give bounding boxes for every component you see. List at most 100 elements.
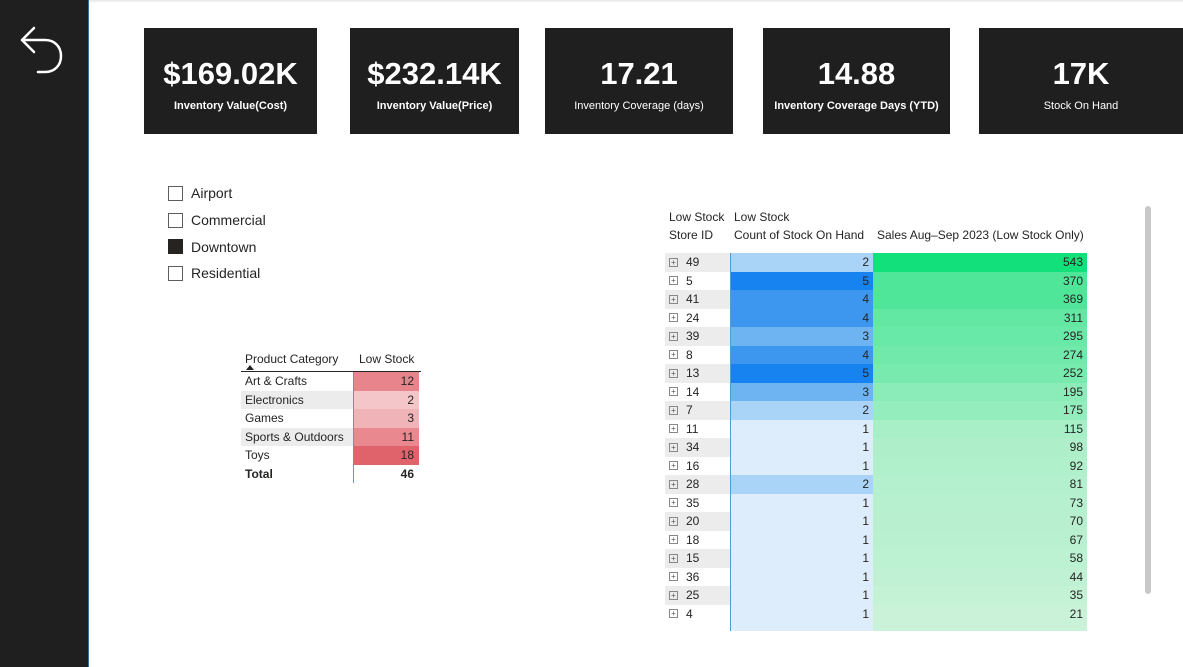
- plus-square-icon[interactable]: +: [669, 516, 678, 526]
- slicer-item-commercial[interactable]: Commercial: [168, 207, 328, 234]
- store-id: 41: [686, 292, 700, 307]
- plus-square-icon[interactable]: +: [669, 405, 678, 415]
- plus-square-icon[interactable]: +: [669, 442, 678, 452]
- category-cell: Toys: [245, 448, 270, 463]
- store-type-slicer: Airport Commercial Downtown Residential: [168, 180, 328, 287]
- count-cell: 1: [730, 419, 873, 438]
- store-id-cell: +7: [665, 401, 730, 420]
- store-id: 24: [686, 310, 700, 325]
- checkbox[interactable]: [168, 265, 183, 281]
- table-row: +41 4 369: [665, 290, 1089, 309]
- checkbox[interactable]: [168, 185, 183, 201]
- store-id: 28: [686, 477, 700, 492]
- checkbox[interactable]: [168, 212, 183, 228]
- slicer-item-label: Residential: [191, 265, 261, 282]
- count-cell: 1: [730, 586, 873, 605]
- plus-square-icon[interactable]: +: [669, 461, 678, 471]
- category-cell: Sports & Outdoors: [241, 427, 353, 446]
- store-id-cell: +25: [665, 586, 730, 605]
- plus-square-icon[interactable]: +: [669, 368, 678, 378]
- table-row: +5 5 370: [665, 271, 1089, 290]
- count-cell: 4: [730, 290, 873, 309]
- slicer-item-downtown[interactable]: Downtown: [168, 233, 328, 260]
- header-line: Low Stock: [669, 210, 725, 224]
- table-row: +16 1 92: [665, 456, 1089, 475]
- count-cell: 4: [730, 308, 873, 327]
- store-id-cell: +35: [665, 493, 730, 512]
- table-row: +39 3 295: [665, 327, 1089, 346]
- table-row: +7 2 175: [665, 401, 1089, 420]
- plus-square-icon[interactable]: +: [669, 313, 678, 323]
- table-row: +28 2 81: [665, 475, 1089, 494]
- store-id: 5: [686, 273, 693, 288]
- store-id-cell: +36: [665, 567, 730, 586]
- count-cell: 1: [730, 604, 873, 623]
- slicer-item-airport[interactable]: Airport: [168, 180, 328, 207]
- store-id-cell: +39: [665, 327, 730, 346]
- plus-square-icon[interactable]: +: [669, 609, 678, 619]
- plus-square-icon[interactable]: +: [669, 572, 678, 582]
- table-footer: [665, 623, 1089, 631]
- column-header-low-stock[interactable]: Low Stock: [353, 350, 419, 366]
- header-line: Sales Aug–Sep 2023 (Low Stock Only): [877, 228, 1084, 242]
- sales-cell: 44: [873, 567, 1087, 586]
- store-id: 8: [686, 347, 693, 362]
- low-stock-cell: 12: [353, 372, 419, 391]
- plus-square-icon[interactable]: +: [669, 498, 678, 508]
- store-id: 11: [686, 421, 699, 436]
- plus-square-icon[interactable]: +: [669, 387, 678, 397]
- kpi-label: Inventory Coverage (days): [574, 100, 704, 112]
- plus-square-icon[interactable]: +: [669, 479, 678, 489]
- product-category-table: Product Category Low Stock Art & Crafts 1…: [241, 350, 421, 483]
- low-stock-cell: 3: [353, 409, 419, 428]
- count-cell: 3: [730, 327, 873, 346]
- slicer-item-residential[interactable]: Residential: [168, 260, 328, 287]
- count-cell: 5: [730, 271, 873, 290]
- store-id: 39: [686, 329, 700, 344]
- kpi-label: Stock On Hand: [1043, 100, 1119, 112]
- store-id-cell: +15: [665, 549, 730, 568]
- table-row: +20 1 70: [665, 512, 1089, 531]
- plus-square-icon[interactable]: +: [669, 331, 678, 341]
- plus-square-icon[interactable]: +: [669, 424, 678, 434]
- store-id: 13: [686, 366, 700, 381]
- table-scrollbar[interactable]: [1145, 206, 1151, 594]
- kpi-card-inventory-coverage: 17.21 Inventory Coverage (days): [545, 28, 733, 134]
- table-row: +8 4 274: [665, 345, 1089, 364]
- kpi-label: Inventory Coverage Days (YTD): [774, 100, 939, 112]
- kpi-value: $169.02K: [163, 56, 298, 91]
- table-row: +49 2 543: [665, 253, 1089, 272]
- sales-cell: 195: [873, 382, 1087, 401]
- sales-cell: 369: [873, 290, 1087, 309]
- column-header-sales[interactable]: Sales Aug–Sep 2023 (Low Stock Only): [873, 206, 1089, 250]
- column-header-count[interactable]: Low Stock Count of Stock On Hand: [730, 206, 873, 250]
- sales-cell: 98: [873, 438, 1087, 457]
- table-row: +14 3 195: [665, 382, 1089, 401]
- kpi-value: 17.21: [600, 56, 678, 91]
- sales-cell: 175: [873, 401, 1087, 420]
- table-row: +24 4 311: [665, 308, 1089, 327]
- store-id-cell: +24: [665, 308, 730, 327]
- table-total-row: Total 46: [241, 464, 421, 483]
- sales-cell: 311: [873, 308, 1087, 327]
- plus-square-icon[interactable]: +: [669, 294, 678, 304]
- category-cell: Games: [245, 411, 284, 426]
- count-cell: 1: [730, 567, 873, 586]
- plus-square-icon[interactable]: +: [669, 590, 678, 600]
- column-header-store-id[interactable]: Low Stock Store ID: [665, 206, 730, 250]
- plus-square-icon[interactable]: +: [669, 257, 678, 267]
- store-id-cell: +41: [665, 290, 730, 309]
- back-button[interactable]: [12, 22, 68, 78]
- total-value: 46: [353, 464, 419, 483]
- sales-cell: 92: [873, 456, 1087, 475]
- column-header-product-category[interactable]: Product Category: [241, 350, 353, 366]
- plus-square-icon[interactable]: +: [669, 276, 678, 286]
- table-header: Product Category Low Stock: [241, 350, 421, 372]
- plus-square-icon[interactable]: +: [669, 350, 678, 360]
- low-stock-cell: 2: [353, 390, 419, 409]
- sales-cell: 543: [873, 253, 1087, 272]
- plus-square-icon[interactable]: +: [669, 535, 678, 545]
- checkbox-checked[interactable]: [168, 239, 183, 255]
- plus-square-icon[interactable]: +: [669, 553, 678, 563]
- store-id: 7: [686, 403, 693, 418]
